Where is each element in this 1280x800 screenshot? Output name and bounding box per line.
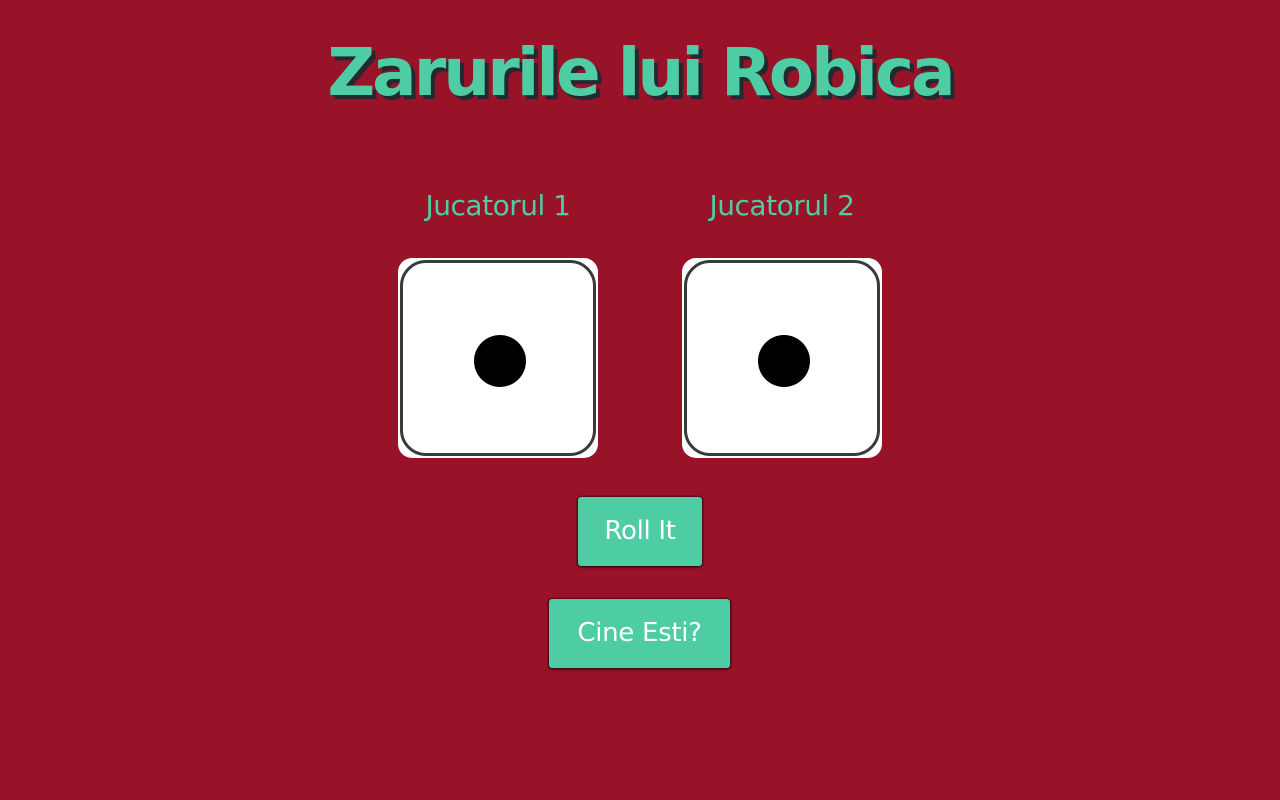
player-1: Jucatorul 1 [388,184,608,228]
roll-button[interactable]: Roll It [578,497,702,566]
die-pip [758,335,810,387]
player-2-die [682,258,882,458]
player-1-name: Jucatorul 1 [425,189,571,222]
die-pip [474,335,526,387]
who-are-you-button[interactable]: Cine Esti? [549,599,730,668]
game-title: Zarurile lui Robica [327,34,955,111]
player-2: Jucatorul 2 [672,184,892,228]
player-2-name: Jucatorul 2 [709,189,855,222]
player-1-die [398,258,598,458]
